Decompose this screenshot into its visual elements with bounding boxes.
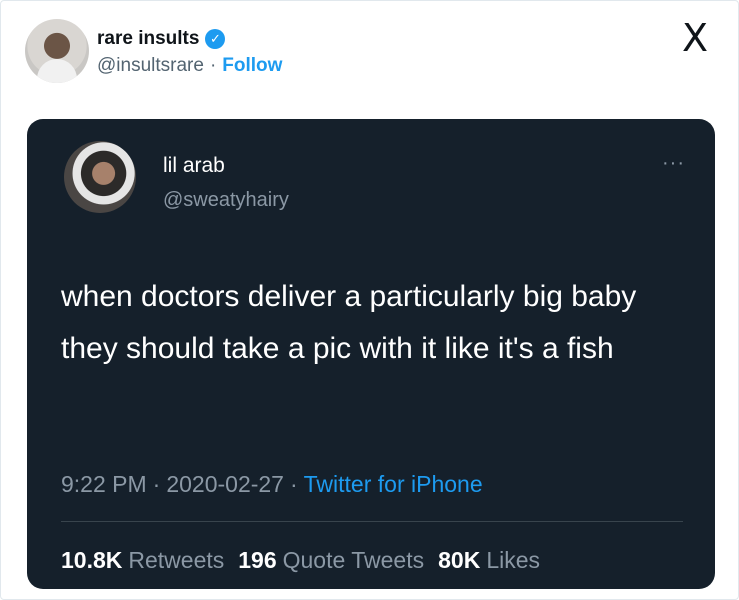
tweet-time: 9:22 PM: [61, 471, 147, 497]
retweets-stat: 10.8K Retweets: [61, 547, 224, 574]
tweet-source: Twitter for iPhone: [303, 471, 483, 497]
retweets-count: 10.8K: [61, 547, 123, 573]
embedded-post-frame: rare insults ✓ @insultsrare · Follow X l…: [0, 0, 739, 600]
likes-count: 80K: [438, 547, 481, 573]
author-handle-row: @insultsrare · Follow: [97, 55, 282, 77]
likes-stat: 80K Likes: [438, 547, 540, 574]
tweet-author-handle: @sweatyhairy: [163, 189, 289, 211]
verified-badge-icon: ✓: [205, 29, 226, 49]
tweet-screenshot-card: lil arab @sweatyhairy ··· when doctors d…: [27, 119, 715, 589]
meta-separator: ·: [152, 471, 161, 497]
quotes-count: 196: [238, 547, 277, 573]
tweet-date: 2020-02-27: [166, 471, 284, 497]
tweet-meta: 9:22 PM · 2020-02-27 · Twitter for iPhon…: [61, 471, 483, 498]
x-logo-icon[interactable]: X: [678, 19, 712, 57]
embed-header: rare insults ✓ @insultsrare · Follow X: [25, 19, 714, 89]
separator-dot: ·: [209, 55, 217, 76]
meta-separator: ·: [289, 471, 298, 497]
author-handle[interactable]: @insultsrare: [97, 55, 204, 77]
divider: [61, 521, 683, 522]
quotes-label: Quote Tweets: [282, 547, 425, 573]
author-name-row: rare insults ✓: [97, 27, 226, 51]
quotes-stat: 196 Quote Tweets: [238, 547, 424, 574]
author-avatar[interactable]: [25, 19, 89, 83]
tweet-author-avatar: [64, 141, 136, 213]
follow-button[interactable]: Follow: [222, 55, 282, 77]
more-options-icon: ···: [662, 152, 685, 174]
retweets-label: Retweets: [128, 547, 225, 573]
likes-label: Likes: [486, 547, 541, 573]
tweet-author-name: lil arab: [163, 154, 225, 177]
tweet-text: when doctors deliver a particularly big …: [61, 280, 637, 365]
author-name[interactable]: rare insults: [97, 28, 199, 50]
tweet-stats: 10.8K Retweets 196 Quote Tweets 80K Likes: [61, 547, 554, 574]
